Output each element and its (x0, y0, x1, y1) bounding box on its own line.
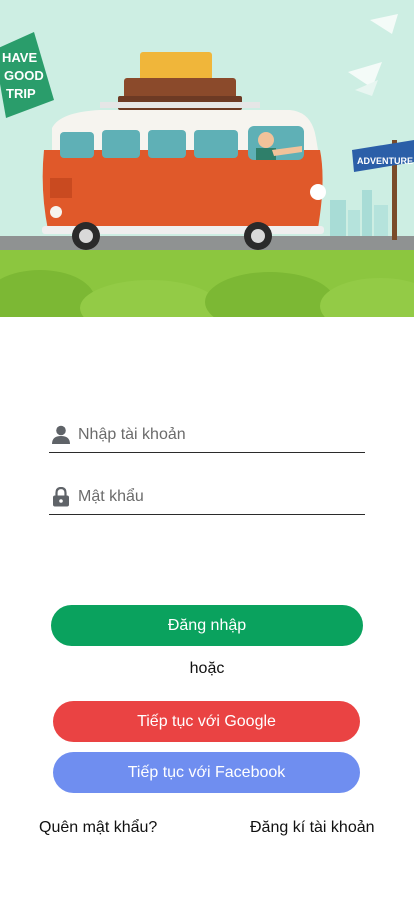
person-icon (52, 425, 70, 444)
svg-text:ADVENTURE: ADVENTURE (357, 156, 413, 166)
or-divider-label: hoặc (189, 660, 225, 677)
continue-with-facebook-button[interactable]: Tiếp tục với Facebook (53, 752, 360, 793)
svg-text:GOOD: GOOD (4, 68, 44, 83)
continue-with-google-button[interactable]: Tiếp tục với Google (53, 701, 360, 742)
username-field[interactable] (49, 412, 365, 453)
username-input[interactable] (78, 424, 358, 446)
hero-illustration: HAVE GOOD TRIP ADVENTURE (0, 0, 414, 317)
forgot-password-link[interactable]: Quên mật khẩu? (39, 819, 157, 837)
password-field[interactable] (49, 474, 365, 515)
lock-icon (53, 487, 69, 507)
svg-text:TRIP: TRIP (6, 86, 36, 101)
password-input[interactable] (78, 486, 358, 508)
travel-van-illustration: HAVE GOOD TRIP ADVENTURE (0, 0, 414, 317)
register-account-link[interactable]: Đăng kí tài khoản (250, 819, 375, 837)
login-button[interactable]: Đăng nhập (51, 605, 363, 646)
svg-text:HAVE: HAVE (2, 50, 37, 65)
